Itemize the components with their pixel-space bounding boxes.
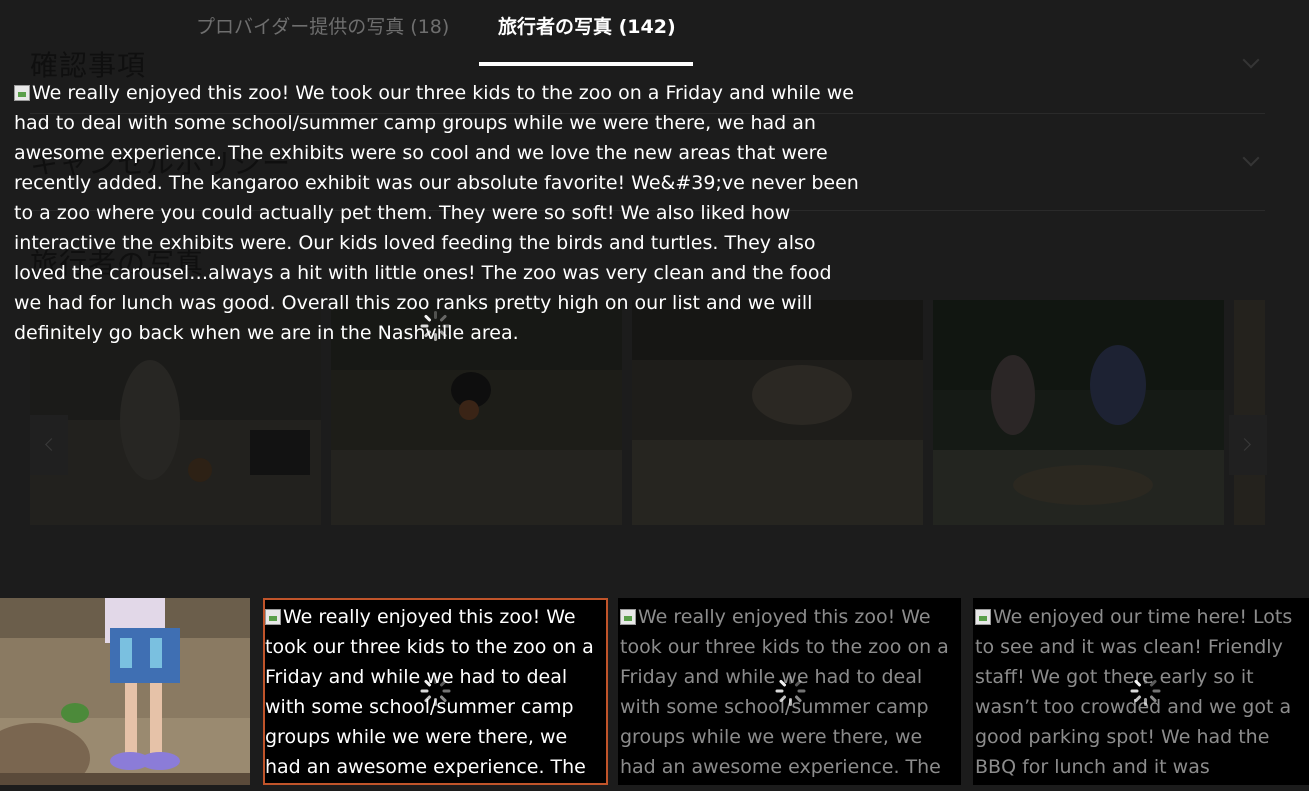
carousel-photo[interactable]	[933, 300, 1224, 525]
chevron-down-icon[interactable]	[1242, 149, 1260, 167]
thumbnail-photo[interactable]	[0, 598, 250, 785]
thumbnail-image	[0, 598, 250, 785]
loading-spinner-icon	[420, 311, 451, 341]
main-photo-alt-text: We really enjoyed this zoo! We took our …	[14, 82, 859, 344]
chevron-left-icon	[45, 438, 58, 451]
broken-image-icon	[975, 609, 991, 625]
tab-traveler-photos[interactable]: 旅行者の写真 (142)	[498, 12, 676, 39]
tab-provider-photos[interactable]: プロバイダー提供の写真 (18)	[196, 12, 449, 39]
loading-spinner-icon	[775, 676, 806, 706]
broken-image-icon	[14, 85, 30, 101]
thumbnail-strip: We really enjoyed this zoo! We took our …	[0, 598, 1309, 785]
carousel-prev-button[interactable]	[30, 415, 68, 475]
loading-spinner-icon	[1130, 676, 1161, 706]
active-tab-indicator	[479, 62, 693, 66]
broken-image-icon	[265, 609, 281, 625]
carousel-next-button[interactable]	[1229, 415, 1267, 475]
photo-source-tabs: プロバイダー提供の写真 (18) 旅行者の写真 (142)	[0, 0, 1309, 68]
broken-image-icon	[620, 609, 636, 625]
loading-spinner-icon	[420, 676, 451, 706]
carousel-photo[interactable]	[1234, 300, 1265, 525]
main-photo: We really enjoyed this zoo! We took our …	[14, 78, 864, 348]
chevron-right-icon	[1238, 438, 1251, 451]
